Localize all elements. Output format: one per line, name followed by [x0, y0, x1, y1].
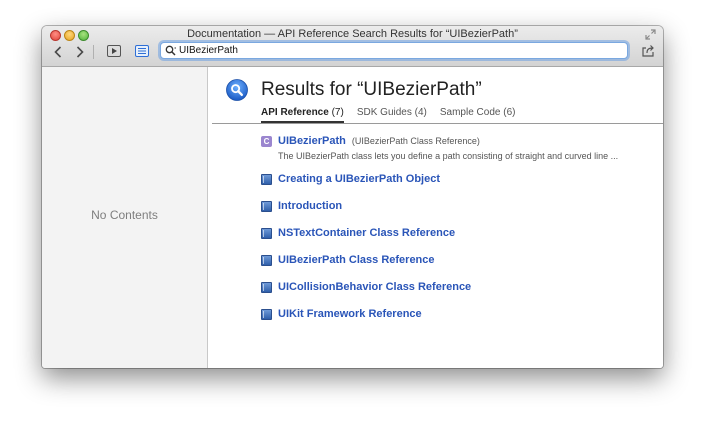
document-icon [261, 173, 272, 185]
document-icon [261, 254, 272, 266]
tab-label: Sample Code [439, 107, 501, 118]
result-link[interactable]: UICollisionBehavior Class Reference [278, 281, 471, 293]
no-contents-label: No Contents [91, 208, 158, 222]
search-input[interactable] [179, 45, 599, 56]
top-result-subtitle: (UIBezierPath Class Reference) [351, 136, 480, 146]
tab-sample-code[interactable]: Sample Code (6) [440, 107, 516, 123]
tab-label: API Reference [261, 107, 329, 118]
forward-button[interactable] [72, 43, 88, 61]
result-link[interactable]: UIKit Framework Reference [278, 308, 422, 320]
results-heading: Results for “UIBezierPath” [261, 79, 482, 100]
play-button[interactable] [106, 44, 122, 58]
class-icon: C [261, 135, 272, 147]
window-title: Documentation — API Reference Search Res… [187, 28, 518, 40]
share-icon[interactable] [641, 44, 655, 58]
search-icon [165, 45, 176, 56]
titlebar: Documentation — API Reference Search Res… [42, 26, 663, 67]
result-link[interactable]: NSTextContainer Class Reference [278, 227, 455, 239]
search-results-icon [226, 79, 248, 101]
result-link[interactable]: Introduction [278, 200, 342, 212]
tab-api-reference[interactable]: API Reference (7) [261, 107, 344, 123]
top-result: C UIBezierPath (UIBezierPath Class Refer… [261, 135, 618, 161]
result-item[interactable]: Introduction [261, 200, 342, 212]
top-result-link[interactable]: UIBezierPath [278, 135, 346, 147]
play-icon [107, 45, 121, 57]
result-item[interactable]: NSTextContainer Class Reference [261, 227, 455, 239]
chevron-right-icon [76, 46, 84, 58]
tab-count: (6) [503, 107, 516, 118]
back-button[interactable] [50, 43, 66, 61]
results-divider [212, 123, 663, 124]
sidebar: No Contents [42, 67, 208, 368]
result-item[interactable]: UIBezierPath Class Reference [261, 254, 435, 266]
result-item[interactable]: UICollisionBehavior Class Reference [261, 281, 471, 293]
tab-sdk-guides[interactable]: SDK Guides (4) [357, 107, 427, 123]
list-view-button[interactable] [134, 44, 150, 58]
fullscreen-icon[interactable] [645, 29, 656, 40]
tab-label: SDK Guides [356, 107, 412, 118]
tab-count: (4) [414, 107, 427, 118]
document-icon [261, 281, 272, 293]
document-icon [261, 200, 272, 212]
result-item[interactable]: Creating a UIBezierPath Object [261, 173, 440, 185]
chevron-left-icon [54, 46, 62, 58]
top-result-description: The UIBezierPath class lets you define a… [278, 151, 619, 161]
tab-count: (7) [331, 107, 344, 118]
document-icon [261, 227, 272, 239]
document-icon [261, 308, 272, 320]
search-field[interactable] [160, 42, 628, 59]
result-item[interactable]: UIKit Framework Reference [261, 308, 422, 320]
result-link[interactable]: UIBezierPath Class Reference [278, 254, 435, 266]
results-tabs: API Reference (7) SDK Guides (4) Sample … [261, 107, 528, 123]
toolbar-divider [93, 45, 94, 59]
documentation-window: Documentation — API Reference Search Res… [42, 26, 663, 368]
results-pane: Results for “UIBezierPath” API Reference… [208, 67, 663, 368]
result-link[interactable]: Creating a UIBezierPath Object [278, 173, 440, 185]
list-icon [135, 45, 149, 57]
